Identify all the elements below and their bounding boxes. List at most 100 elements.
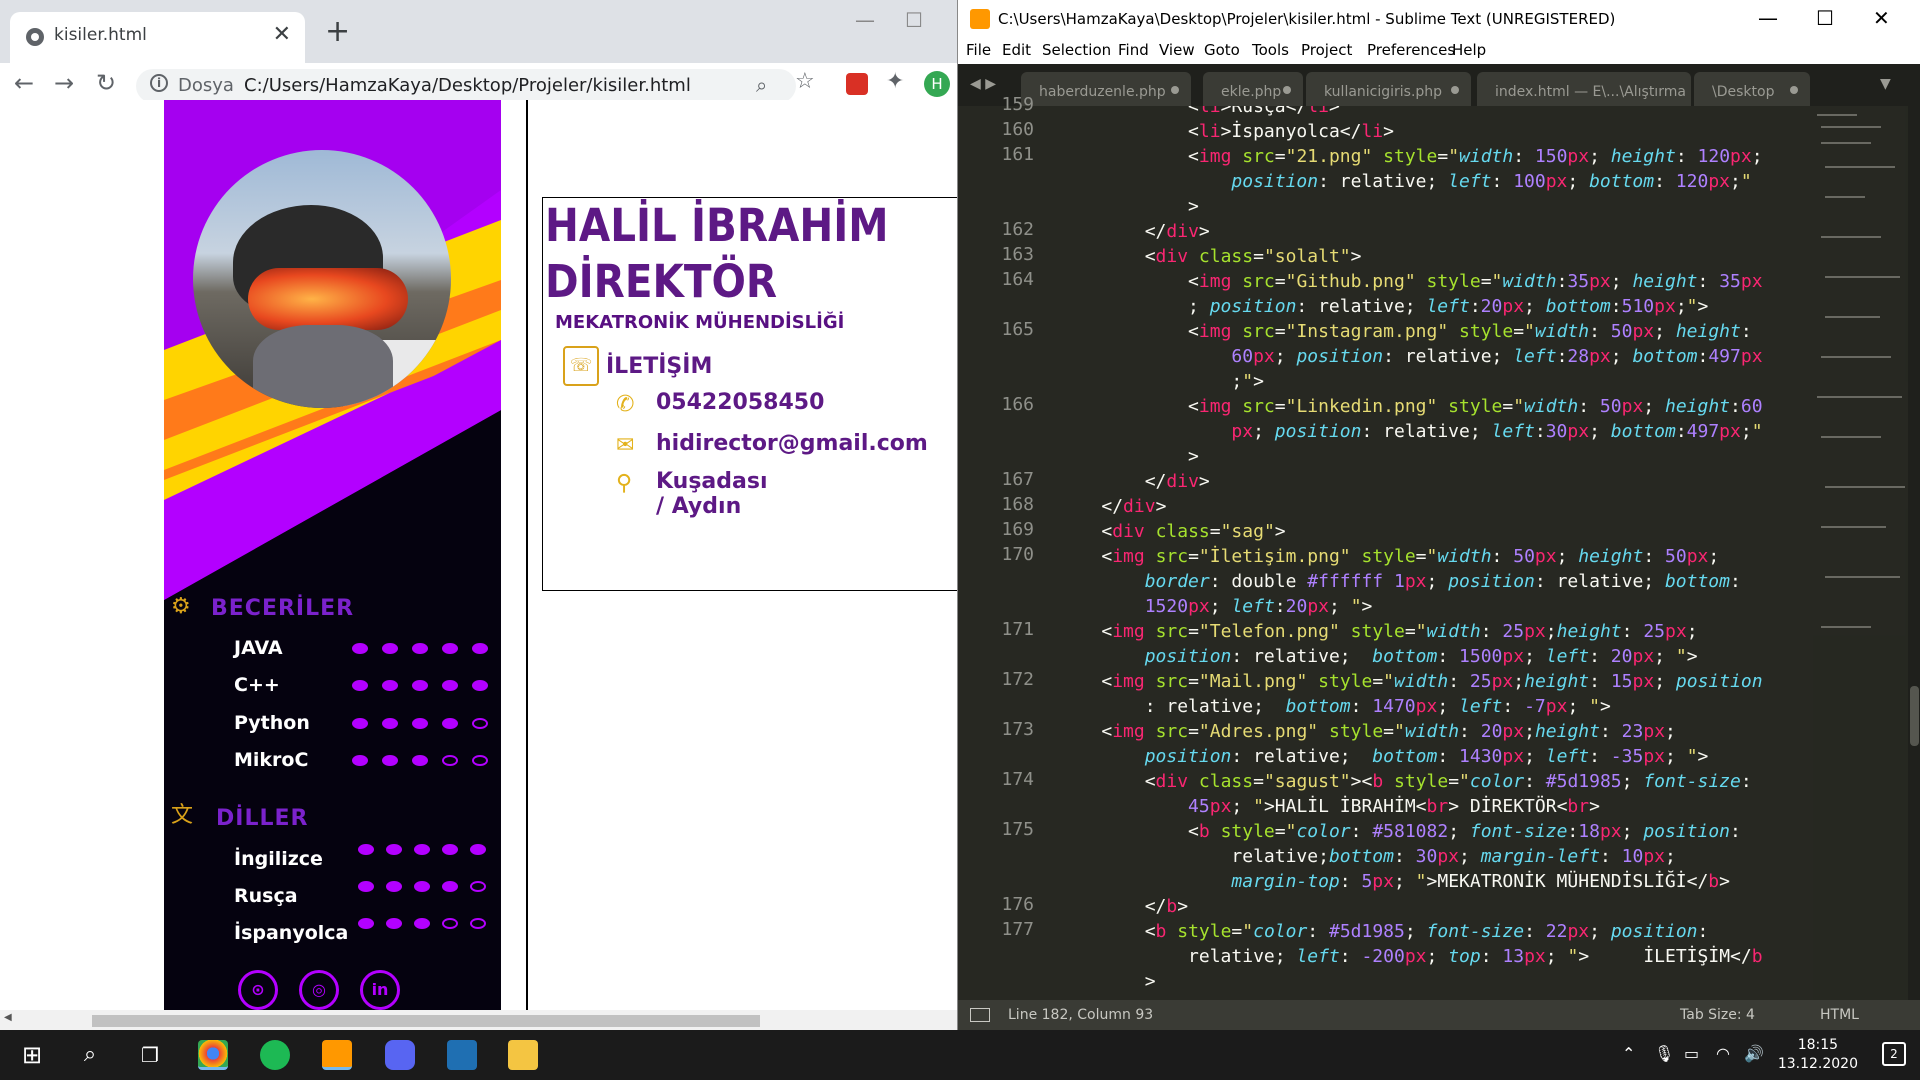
menu-find[interactable]: Find [1118, 41, 1149, 59]
web-page: ⚙ BECERİLER JAVA C++ Python MikroC 文 DİL… [0, 100, 957, 1012]
menu-edit[interactable]: Edit [1002, 41, 1031, 59]
line-number-gutter: 159 160 161 162 163 164 165 166 167 168 … [958, 94, 1048, 1000]
menu-preferences[interactable]: Preferences [1367, 41, 1455, 59]
sublime-logo-icon [970, 9, 990, 29]
location-pin-icon: ⚲ [616, 471, 633, 496]
url-scheme: Dosya [178, 75, 234, 96]
browser-tab[interactable]: kisiler.html ✕ [10, 12, 305, 63]
file-explorer-taskbar-icon[interactable] [508, 1040, 538, 1070]
vertical-scrollbar[interactable] [1908, 106, 1920, 1000]
menu-selection[interactable]: Selection [1042, 41, 1111, 59]
extensions-puzzle-icon[interactable]: ✦ [886, 69, 908, 94]
page-divider [526, 100, 528, 1012]
translate-icon: 文 [171, 803, 194, 828]
status-bar: Line 182, Column 93 Tab Size: 4 HTML [958, 1000, 1920, 1030]
microphone-icon[interactable]: 🎙 [1654, 1044, 1674, 1063]
chrome-tab-bar: kisiler.html ✕ + — ☐ [0, 0, 957, 63]
spotify-taskbar-icon[interactable] [260, 1040, 290, 1070]
scrollbar-thumb[interactable] [92, 1015, 760, 1027]
url-text[interactable]: C:/Users/HamzaKaya/Desktop/Projeler/kisi… [244, 75, 691, 96]
maximize-button[interactable]: ☐ [905, 8, 923, 32]
chrome-taskbar-icon[interactable] [198, 1040, 228, 1070]
skill-row: Python [234, 710, 488, 740]
forward-icon[interactable]: → [54, 69, 74, 97]
show-hidden-icons-icon[interactable]: ⌃ [1622, 1044, 1635, 1063]
horizontal-scrollbar[interactable]: ◀ [0, 1010, 957, 1030]
language-row: Rusça [234, 881, 486, 913]
info-icon[interactable]: i [150, 74, 168, 92]
cursor-position: Line 182, Column 93 [1008, 1007, 1154, 1023]
contact-book-icon: ☏ [563, 346, 599, 386]
tab-scroll-icon[interactable]: ◀ ▶ [970, 76, 996, 92]
languages-title: DİLLER [216, 806, 309, 831]
task-view-icon[interactable]: ❐ [135, 1040, 165, 1070]
windows-taskbar: ⊞ ⌕ ❐ ⌃ 🎙 ▭ ◠ 🔊 18:15 13.12.2020 2 [0, 1030, 1920, 1080]
battery-icon[interactable]: ▭ [1684, 1044, 1699, 1063]
linkedin-icon[interactable]: in [360, 970, 400, 1010]
tab-dropdown-icon[interactable]: ▼ [1880, 76, 1891, 92]
editor-tab[interactable]: ekle.php [1203, 72, 1303, 106]
skill-row: C++ [234, 672, 488, 702]
zoom-icon[interactable]: ⌕ [756, 73, 767, 97]
notification-center-icon[interactable]: 2 [1882, 1042, 1906, 1066]
github-icon[interactable]: ⊙ [238, 970, 278, 1010]
discord-taskbar-icon[interactable] [385, 1040, 415, 1070]
language-row: İngilizce [234, 844, 486, 876]
search-icon[interactable]: ⌕ [75, 1040, 105, 1070]
window-title: C:\Users\HamzaKaya\Desktop\Projeler\kisi… [998, 10, 1616, 28]
sublime-window: C:\Users\HamzaKaya\Desktop\Projeler\kisi… [957, 0, 1920, 1030]
minimize-button[interactable]: — [855, 8, 875, 32]
menu-bar: File Edit Selection Find View Goto Tools… [958, 38, 1920, 64]
tab-size[interactable]: Tab Size: 4 [1680, 1007, 1755, 1023]
bookmark-star-icon[interactable]: ☆ [795, 69, 817, 94]
code-editor[interactable]: <li>Rusça</li> <li>İspanyolca</li> <img … [1058, 106, 1778, 1000]
sublime-title-bar: C:\Users\HamzaKaya\Desktop\Projeler\kisi… [958, 0, 1920, 38]
editor-tab[interactable]: \Desktop [1694, 72, 1810, 106]
cv-profession: MEKATRONİK MÜHENDİSLİĞİ [555, 312, 845, 333]
editor-tab-bar: ◀ ▶ haberduzenle.php ekle.php kullanicig… [958, 64, 1920, 106]
system-clock[interactable]: 18:15 13.12.2020 [1778, 1036, 1858, 1074]
close-button[interactable]: ✕ [1873, 6, 1890, 30]
profile-photo [193, 150, 451, 408]
menu-view[interactable]: View [1159, 41, 1195, 59]
menu-file[interactable]: File [966, 41, 991, 59]
phone-icon: ✆ [616, 392, 635, 417]
instagram-icon[interactable]: ◎ [299, 970, 339, 1010]
extension-icon[interactable] [846, 73, 868, 95]
skill-row: MikroC [234, 747, 488, 777]
maximize-button[interactable]: ☐ [1816, 6, 1834, 30]
address-bar[interactable]: i Dosya C:/Users/HamzaKaya/Desktop/Proje… [136, 69, 796, 103]
minimize-button[interactable]: — [1758, 6, 1778, 30]
gear-icon: ⚙ [171, 594, 191, 619]
chrome-window: kisiler.html ✕ + — ☐ ← → ↻ i Dosya C:/Us… [0, 0, 957, 1030]
volume-icon[interactable]: 🔊 [1744, 1044, 1764, 1063]
skills-title: BECERİLER [211, 596, 355, 621]
scroll-left-icon[interactable]: ◀ [4, 1012, 12, 1023]
contact-title: İLETİŞİM [606, 354, 713, 379]
menu-project[interactable]: Project [1301, 41, 1352, 59]
menu-tools[interactable]: Tools [1252, 41, 1289, 59]
syntax-mode[interactable]: HTML [1820, 1007, 1859, 1023]
new-tab-button[interactable]: + [325, 14, 350, 49]
cv-name: HALİL İBRAHİM DİREKTÖR [545, 199, 889, 308]
photos-taskbar-icon[interactable] [447, 1040, 477, 1070]
profile-avatar[interactable]: H [924, 71, 950, 97]
scrollbar-thumb[interactable] [1910, 686, 1919, 746]
menu-help[interactable]: Help [1452, 41, 1486, 59]
reload-icon[interactable]: ↻ [96, 69, 116, 97]
close-tab-icon[interactable]: ✕ [273, 22, 291, 47]
editor-tab[interactable]: kullanicigiris.php [1306, 72, 1471, 106]
minimap[interactable] [1813, 106, 1908, 1000]
cv-sidebar: ⚙ BECERİLER JAVA C++ Python MikroC 文 DİL… [164, 100, 501, 1012]
panel-toggle-icon[interactable] [970, 1008, 990, 1022]
back-icon[interactable]: ← [14, 69, 34, 97]
language-row: İspanyolca [234, 918, 486, 950]
wifi-icon[interactable]: ◠ [1716, 1044, 1730, 1063]
mail-icon: ✉ [616, 433, 635, 458]
menu-goto[interactable]: Goto [1204, 41, 1240, 59]
sublime-taskbar-icon[interactable] [322, 1040, 352, 1070]
editor-tab[interactable]: index.html — E\...\Alıştırma [1477, 72, 1691, 106]
start-windows-icon[interactable]: ⊞ [17, 1040, 47, 1070]
skill-row: JAVA [234, 635, 488, 665]
editor-tab[interactable]: haberduzenle.php [1021, 72, 1191, 106]
